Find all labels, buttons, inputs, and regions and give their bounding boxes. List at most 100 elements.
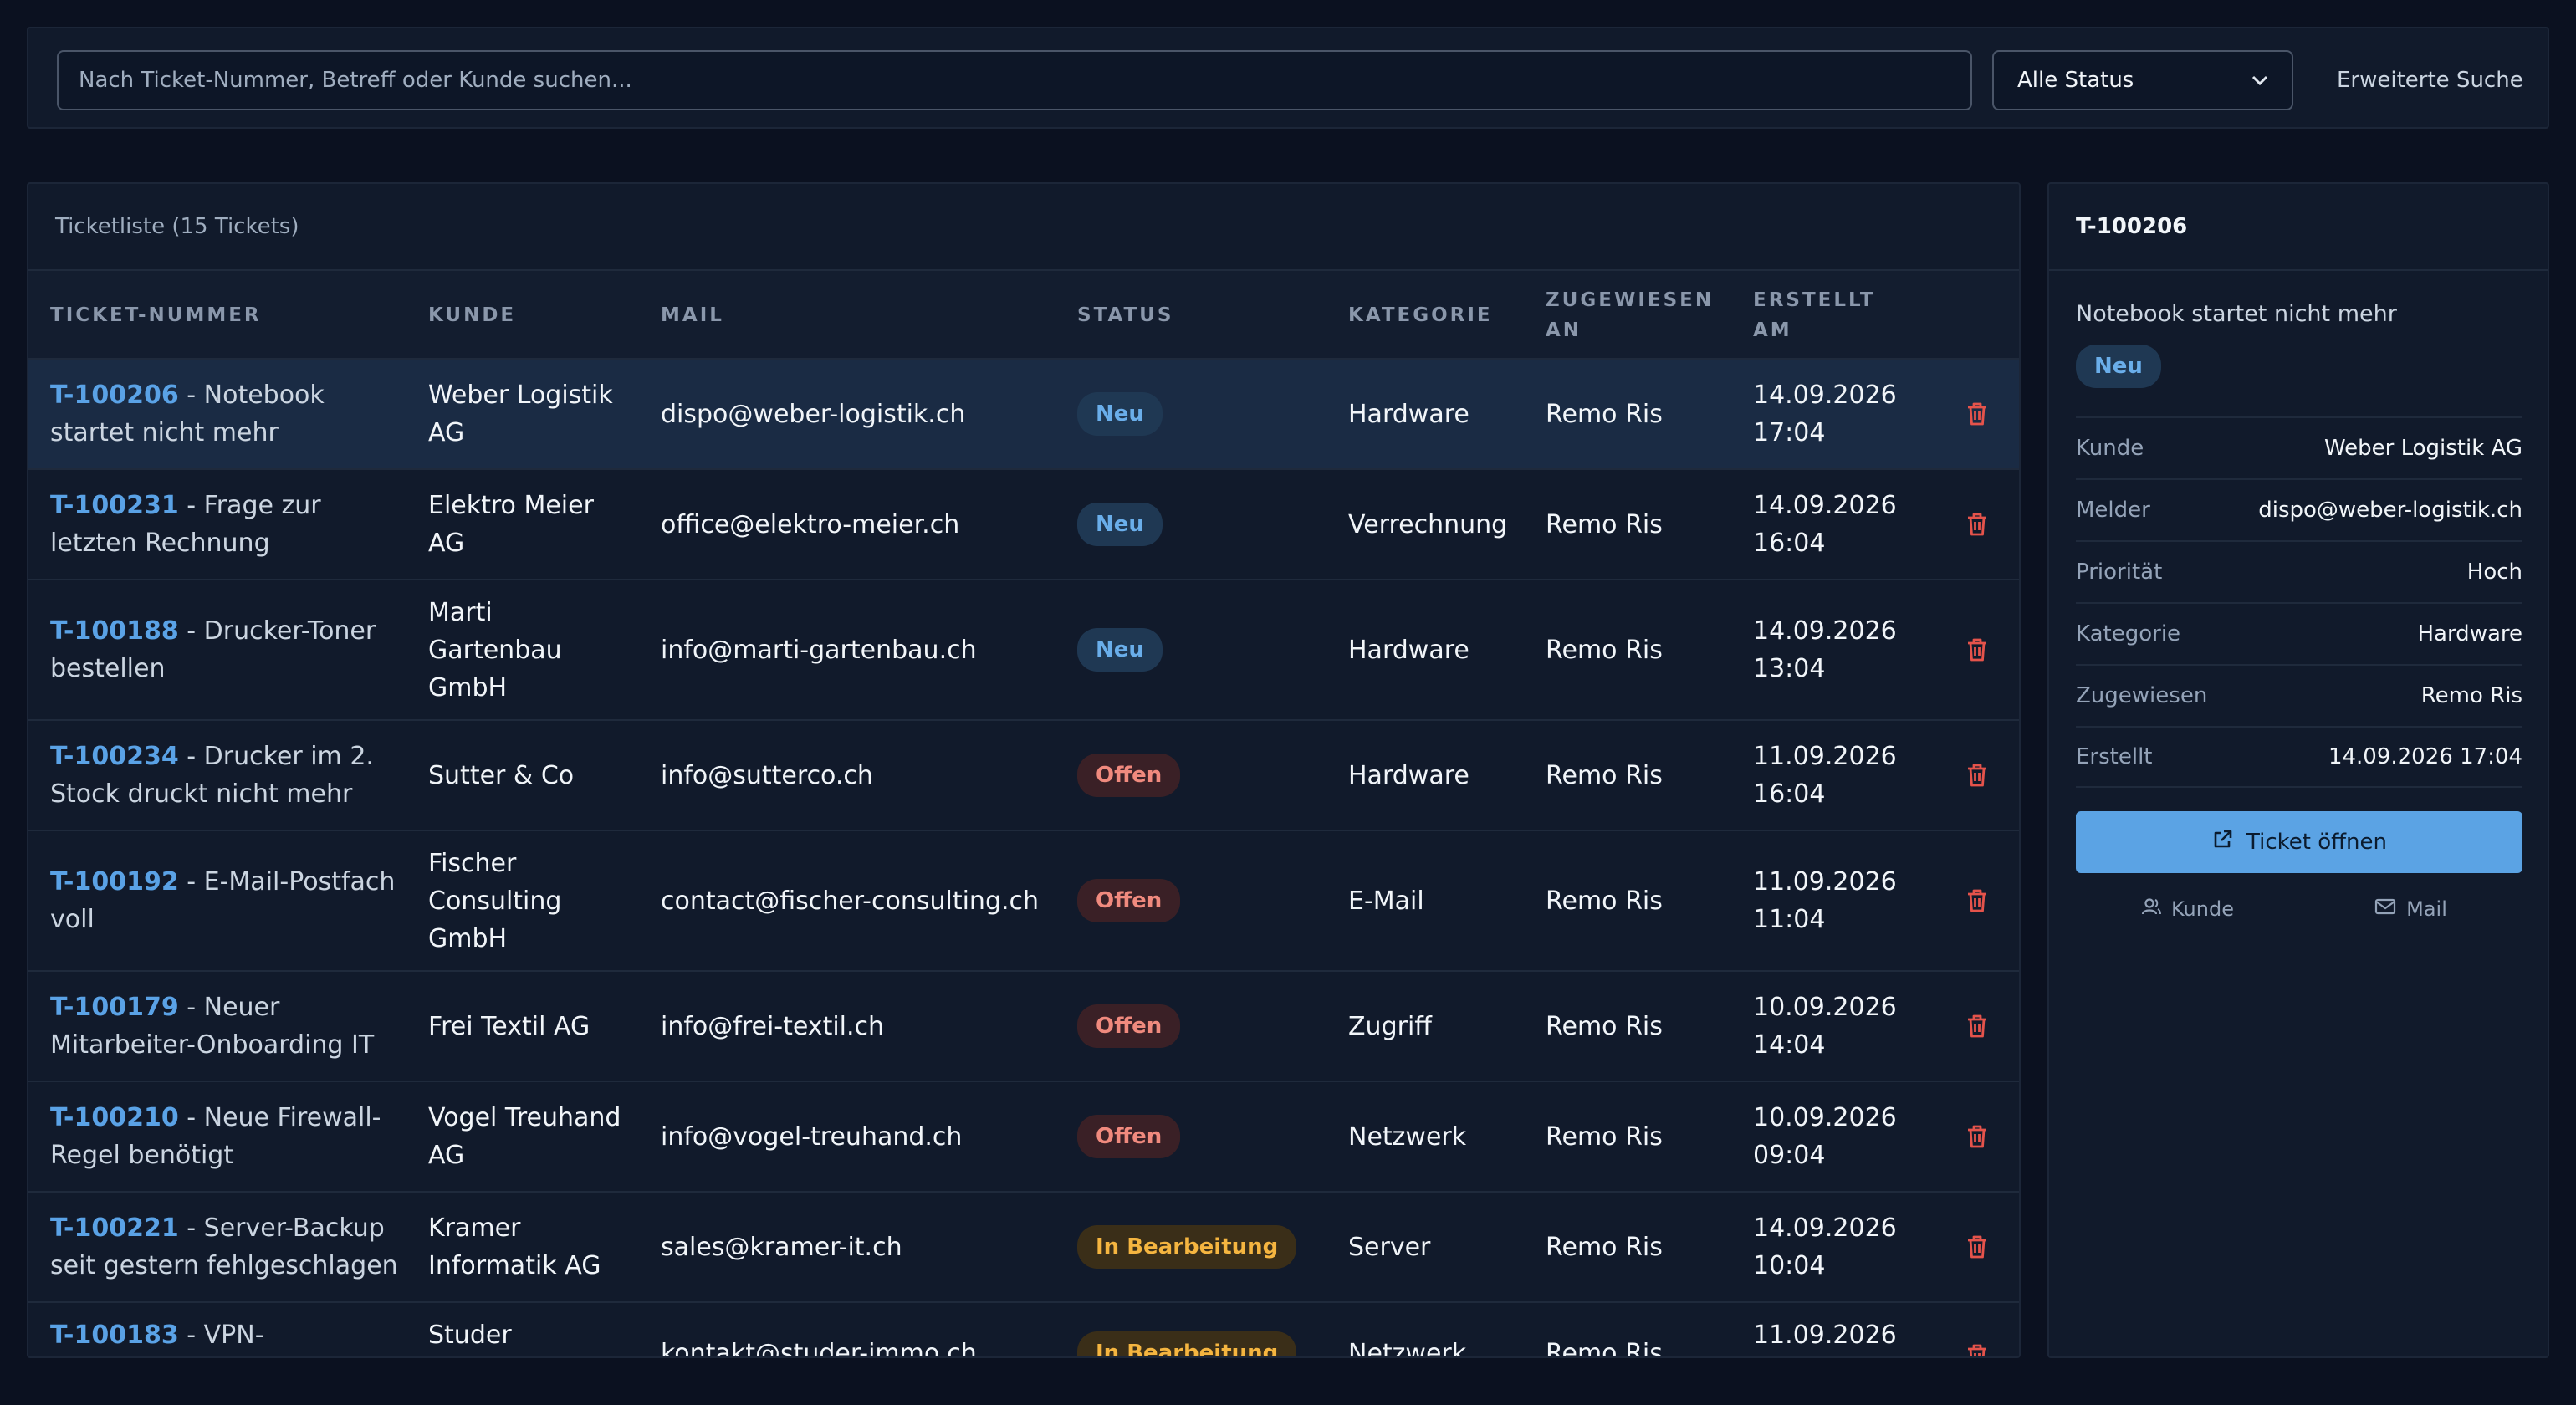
kategorie-cell: Zugriff [1348, 1011, 1432, 1041]
ticket-id-link[interactable]: T-100188 [50, 616, 179, 646]
mail-link[interactable]: Mail [2299, 897, 2522, 922]
zugewiesen-cell: Remo Ris [1546, 760, 1663, 790]
open-ticket-button[interactable]: Ticket öffnen [2076, 811, 2522, 873]
erstellt-time: 11:04 [1753, 905, 1826, 934]
status-filter-select[interactable]: Alle Status [1992, 50, 2293, 110]
ticket-id-link[interactable]: T-100221 [50, 1213, 179, 1243]
kunde-cell: Studer [428, 1321, 512, 1350]
ticket-id-link[interactable]: T-100210 [50, 1103, 179, 1132]
erstellt-date: 14.09.2026 [1753, 491, 1897, 520]
field-value: Weber Logistik AG [2323, 436, 2522, 461]
ticket-subject-cont: seit gestern fehlgeschlagen [50, 1251, 398, 1280]
kunde-link-label: Kunde [2171, 897, 2234, 921]
table-row[interactable]: T-100231 - Frage zur letzten Rechnung Ele… [28, 470, 2019, 580]
status-badge: Neu [1077, 503, 1163, 546]
status-cell: Offen [1077, 831, 1328, 970]
ticket-id-link[interactable]: T-100234 [50, 742, 179, 771]
field-key: Zugewiesen [2076, 683, 2208, 708]
kunde-cell: Frei Textil AG [428, 1011, 590, 1041]
zugewiesen-cell: Remo Ris [1546, 1232, 1663, 1262]
status-badge: Offen [1077, 879, 1181, 922]
trash-icon[interactable] [1952, 1303, 2002, 1356]
field-key: Kategorie [2076, 621, 2181, 646]
col-mail[interactable]: MAIL [661, 300, 724, 330]
erstellt-cell: 14.09.2026 16:04 [1753, 470, 1920, 579]
col-erstellt-line2[interactable]: AM [1753, 315, 1792, 345]
zugewiesen-cell: Remo Ris [1546, 399, 1663, 429]
table-row[interactable]: T-100192 - E-Mail-Postfach voll Fischer Co… [28, 831, 2019, 972]
ticket-id-link[interactable]: T-100206 [50, 381, 179, 410]
erstellt-cell: 14.09.2026 13:04 [1753, 580, 1920, 719]
zugewiesen-cell: Remo Ris [1546, 1121, 1663, 1152]
status-cell: Offen [1077, 721, 1328, 830]
status-badge: Neu [1077, 628, 1163, 672]
table-row[interactable]: T-100179 - Neuer Mitarbeiter-Onboarding I… [28, 972, 2019, 1082]
kunde-name-cont: Gartenbau [428, 635, 562, 665]
detail-field-prioritaet: Priorität Hoch [2076, 540, 2522, 602]
advanced-search-link[interactable]: Erweiterte Suche [2337, 52, 2523, 109]
col-status[interactable]: STATUS [1077, 300, 1173, 330]
mail-icon [2374, 897, 2396, 921]
status-badge: Offen [1077, 1115, 1181, 1158]
col-zugewiesen-line2[interactable]: AN [1546, 315, 1582, 345]
mail-cell: contact@fischer-consulting.ch [661, 886, 1040, 916]
table-row[interactable]: T-100210 - Neue Firewall- Regel benötigt … [28, 1082, 2019, 1193]
erstellt-date: 11.09.2026 [1753, 867, 1897, 897]
mail-cell: info@frei-textil.ch [661, 1011, 885, 1041]
field-value: dispo@weber-logistik.ch [2258, 498, 2522, 523]
trash-icon[interactable] [1952, 1082, 2002, 1191]
trash-icon[interactable] [1952, 831, 2002, 970]
ticket-id-link[interactable]: T-100192 [50, 867, 179, 897]
kunde-name: Elektro Meier [428, 491, 594, 520]
ticket-id-link[interactable]: T-100231 [50, 491, 179, 520]
status-badge: In Bearbeitung [1077, 1331, 1297, 1356]
ticket-cell: T-100206 - Notebook startet nicht mehr [50, 360, 401, 468]
mail-cell: dispo@weber-logistik.ch [661, 399, 966, 429]
col-kategorie[interactable]: KATEGORIE [1348, 300, 1493, 330]
col-zugewiesen-line1[interactable]: ZUGEWIESEN [1546, 285, 1714, 315]
ticket-table-body: T-100206 - Notebook startet nicht mehr We… [28, 360, 2019, 1358]
detail-ticket-id: T-100206 [2049, 184, 2548, 271]
trash-icon[interactable] [1952, 360, 2002, 468]
kunde-link[interactable]: Kunde [2076, 897, 2299, 922]
detail-links: Kunde Mail [2076, 897, 2522, 922]
erstellt-cell: 14.09.2026 10:04 [1753, 1193, 1920, 1301]
ticket-subject: - Neue Firewall- [178, 1103, 381, 1132]
filter-toolbar: Alle Status Erweiterte Suche [27, 27, 2549, 129]
kategorie-cell: Hardware [1348, 635, 1469, 665]
col-erstellt-line1[interactable]: ERSTELLT [1753, 285, 1876, 315]
status-badge: Offen [1077, 1004, 1181, 1048]
trash-icon[interactable] [1952, 580, 2002, 719]
table-row[interactable]: T-100221 - Server-Backup seit gestern feh… [28, 1193, 2019, 1303]
chevron-down-icon [2251, 70, 2268, 91]
table-row[interactable]: T-100234 - Drucker im 2. Stock druckt nic… [28, 721, 2019, 831]
ticket-subject: - Notebook [178, 381, 325, 410]
detail-field-erstellt: Erstellt 14.09.2026 17:04 [2076, 726, 2522, 788]
detail-field-kunde: Kunde Weber Logistik AG [2076, 416, 2522, 478]
kategorie-cell: E-Mail [1348, 886, 1424, 916]
ticket-list-title: Ticketliste (15 Tickets) [28, 184, 2019, 271]
zugewiesen-cell: Remo Ris [1546, 1011, 1663, 1041]
table-row[interactable]: T-100206 - Notebook startet nicht mehr We… [28, 360, 2019, 470]
trash-icon[interactable] [1952, 470, 2002, 579]
trash-icon[interactable] [1952, 972, 2002, 1081]
mail-cell: kontakt@studer-immo.ch [661, 1339, 977, 1358]
table-row[interactable]: T-100183 - VPN- Studer kontakt@studer-im… [28, 1303, 2019, 1358]
ticket-subject: - Server-Backup [178, 1213, 385, 1243]
kategorie-cell: Server [1348, 1232, 1431, 1262]
table-row[interactable]: T-100188 - Drucker-Toner bestellen Marti G… [28, 580, 2019, 721]
detail-status-badge: Neu [2076, 345, 2161, 388]
trash-icon[interactable] [1952, 1193, 2002, 1301]
ticket-id-link[interactable]: T-100183 [50, 1321, 179, 1350]
search-input[interactable] [57, 50, 1972, 110]
kategorie-cell: Hardware [1348, 760, 1469, 790]
erstellt-time: 16:04 [1753, 779, 1826, 809]
zugewiesen-cell: Remo Ris [1546, 1339, 1663, 1358]
ticket-subject-cont: voll [50, 905, 95, 934]
zugewiesen-cell: Remo Ris [1546, 886, 1663, 916]
col-kunde[interactable]: KUNDE [428, 300, 516, 330]
col-ticket-number[interactable]: TICKET-NUMMER [50, 300, 262, 330]
ticket-id-link[interactable]: T-100179 [50, 993, 179, 1022]
trash-icon[interactable] [1952, 721, 2002, 830]
status-cell: Offen [1077, 1082, 1328, 1191]
